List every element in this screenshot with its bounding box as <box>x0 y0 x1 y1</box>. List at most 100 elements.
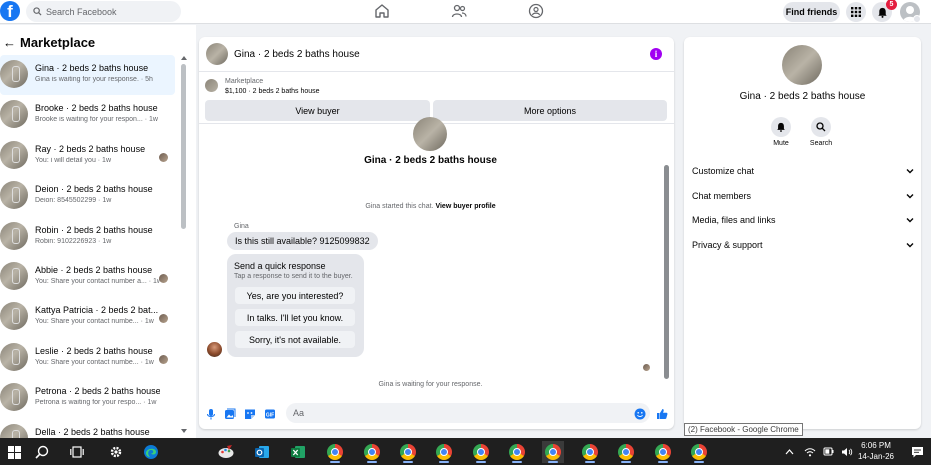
excel-icon <box>291 446 305 458</box>
top-bar: f Find friends 5 <box>0 0 931 24</box>
search-input[interactable] <box>46 6 166 17</box>
chrome-taskbar-button-8[interactable] <box>615 441 637 463</box>
chat-started-notice: Gina started this chat. View buyer profi… <box>199 203 662 210</box>
message-input[interactable] <box>286 403 650 423</box>
scroll-down-arrow-icon[interactable] <box>181 429 187 433</box>
chat-details-panel: Gina · 2 beds 2 baths house Mute Search … <box>684 37 921 429</box>
outlook-icon <box>255 446 269 458</box>
chrome-icon <box>582 444 598 460</box>
windows-taskbar: 6:06 PM 14-Jan-26 <box>0 438 931 465</box>
chrome-taskbar-button-9[interactable] <box>652 441 674 463</box>
conversation-item-robin[interactable]: Robin · 2 beds 2 baths house Robin: 91022… <box>0 217 175 257</box>
chevron-down-icon <box>906 169 914 174</box>
chrome-icon <box>400 444 416 460</box>
start-button[interactable] <box>3 441 25 463</box>
taskbar-search-button[interactable] <box>31 441 53 463</box>
listing-thumbnail <box>0 383 28 412</box>
system-tray <box>785 438 853 465</box>
notification-center-button[interactable] <box>906 441 928 463</box>
chrome-taskbar-button-7[interactable] <box>579 441 601 463</box>
conversation-item-kattya[interactable]: Kattya Patricia · 2 beds 2 bat... You: Sh… <box>0 297 175 337</box>
thumbs-up-icon[interactable] <box>656 408 668 420</box>
chat-members-row[interactable]: Chat members <box>692 188 914 204</box>
chrome-taskbar-button-1[interactable] <box>324 441 346 463</box>
conversation-item-petrona[interactable]: Petrona · 2 beds 2 baths house Petrona is… <box>0 378 175 418</box>
chrome-taskbar-button-3[interactable] <box>397 441 419 463</box>
conversation-title: Robin · 2 beds 2 baths house <box>35 224 153 235</box>
waiting-notice: Gina is waiting for your response. <box>378 381 483 388</box>
chat-title[interactable]: Gina · 2 beds 2 baths house <box>234 49 360 60</box>
view-buyer-button[interactable]: View buyer <box>205 100 430 121</box>
edge-taskbar-button[interactable] <box>140 441 162 463</box>
chrome-taskbar-button-4[interactable] <box>433 441 455 463</box>
notification-badge: 5 <box>886 0 897 10</box>
chrome-taskbar-button-active[interactable] <box>542 441 564 463</box>
chat-header: Gina · 2 beds 2 baths house i <box>199 37 674 72</box>
sidebar-scrollbar[interactable] <box>181 64 186 229</box>
conversation-item-deion[interactable]: Deion · 2 beds 2 baths house Deion: 85455… <box>0 176 175 216</box>
emoji-icon[interactable] <box>634 408 646 420</box>
sidebar-header: ← Marketplace <box>3 35 95 50</box>
paint-taskbar-button[interactable] <box>215 441 237 463</box>
conversation-item-ray[interactable]: Ray · 2 beds 2 baths house You: i will de… <box>0 136 175 176</box>
conversation-item-abbie[interactable]: Abbie · 2 beds 2 baths house You: Share y… <box>0 257 175 297</box>
conversation-title: Petrona · 2 beds 2 baths house <box>35 386 160 397</box>
sticker-icon[interactable] <box>244 408 256 420</box>
microphone-icon[interactable] <box>205 408 217 420</box>
friends-icon[interactable] <box>451 3 467 19</box>
privacy-support-row[interactable]: Privacy & support <box>692 237 914 253</box>
listing-thumbnail <box>0 261 28 290</box>
view-buyer-profile-link[interactable]: View buyer profile <box>435 203 495 210</box>
chat-scrollbar[interactable] <box>664 165 669 379</box>
speaker-icon[interactable] <box>841 447 853 457</box>
chevron-up-icon[interactable] <box>785 448 794 456</box>
search-conversation-button[interactable] <box>811 117 831 137</box>
conversation-preview: You: i will detail you · 1w <box>35 156 112 164</box>
media-files-links-row[interactable]: Media, files and links <box>692 212 914 228</box>
task-view-button[interactable] <box>66 441 88 463</box>
quick-reply-not-available[interactable]: Sorry, it's not available. <box>235 331 355 348</box>
conversation-item-gina[interactable]: Gina · 2 beds 2 baths house Gina is waiti… <box>0 55 175 96</box>
chrome-icon <box>691 444 707 460</box>
gif-icon[interactable]: GIF <box>264 408 276 420</box>
outlook-taskbar-button[interactable] <box>251 441 273 463</box>
settings-taskbar-button[interactable] <box>105 441 127 463</box>
clock-time: 6:06 PM <box>861 441 891 450</box>
bell-icon <box>877 7 887 18</box>
mute-button[interactable] <box>771 117 791 137</box>
gallery-icon[interactable] <box>224 408 236 420</box>
quick-reply-yes[interactable]: Yes, are you interested? <box>235 287 355 304</box>
search-box[interactable] <box>26 1 181 22</box>
thread-title: Gina · 2 beds 2 baths house <box>364 155 497 166</box>
wifi-icon[interactable] <box>804 447 816 457</box>
groups-icon[interactable] <box>528 3 544 19</box>
menu-button[interactable] <box>846 2 866 22</box>
chrome-taskbar-button-10[interactable] <box>688 441 710 463</box>
conversation-item-brooke[interactable]: Brooke · 2 beds 2 baths house Brooke is w… <box>0 95 175 135</box>
scroll-up-arrow-icon[interactable] <box>181 56 187 60</box>
customize-chat-row[interactable]: Customize chat <box>692 163 914 179</box>
facebook-logo[interactable]: f <box>0 1 20 21</box>
buyer-avatar <box>207 342 222 357</box>
account-caret-icon[interactable] <box>913 15 921 23</box>
conversation-title: Abbie · 2 beds 2 baths house <box>35 264 153 275</box>
find-friends-button[interactable]: Find friends <box>783 2 840 22</box>
message-thread: Gina · 2 beds 2 baths house Gina started… <box>199 117 674 399</box>
listing-price[interactable]: $1,100 · 2 beds 2 baths house <box>225 88 320 95</box>
listing-thumbnail <box>0 342 28 371</box>
chrome-taskbar-button-2[interactable] <box>361 441 383 463</box>
chrome-icon <box>327 444 343 460</box>
info-icon[interactable]: i <box>650 48 662 60</box>
chat-avatar[interactable] <box>206 43 228 65</box>
battery-icon[interactable] <box>823 447 834 456</box>
excel-taskbar-button[interactable] <box>287 441 309 463</box>
seen-avatar <box>159 314 168 324</box>
chrome-taskbar-button-6[interactable] <box>506 441 528 463</box>
home-icon[interactable] <box>374 3 390 19</box>
quick-reply-in-talks[interactable]: In talks. I'll let you know. <box>235 309 355 326</box>
back-arrow-icon[interactable]: ← <box>3 35 17 50</box>
taskbar-clock[interactable]: 6:06 PM 14-Jan-26 <box>853 440 899 462</box>
conversation-item-leslie[interactable]: Leslie · 2 beds 2 baths house You: Share … <box>0 338 175 378</box>
more-options-button[interactable]: More options <box>433 100 667 121</box>
chrome-taskbar-button-5[interactable] <box>470 441 492 463</box>
